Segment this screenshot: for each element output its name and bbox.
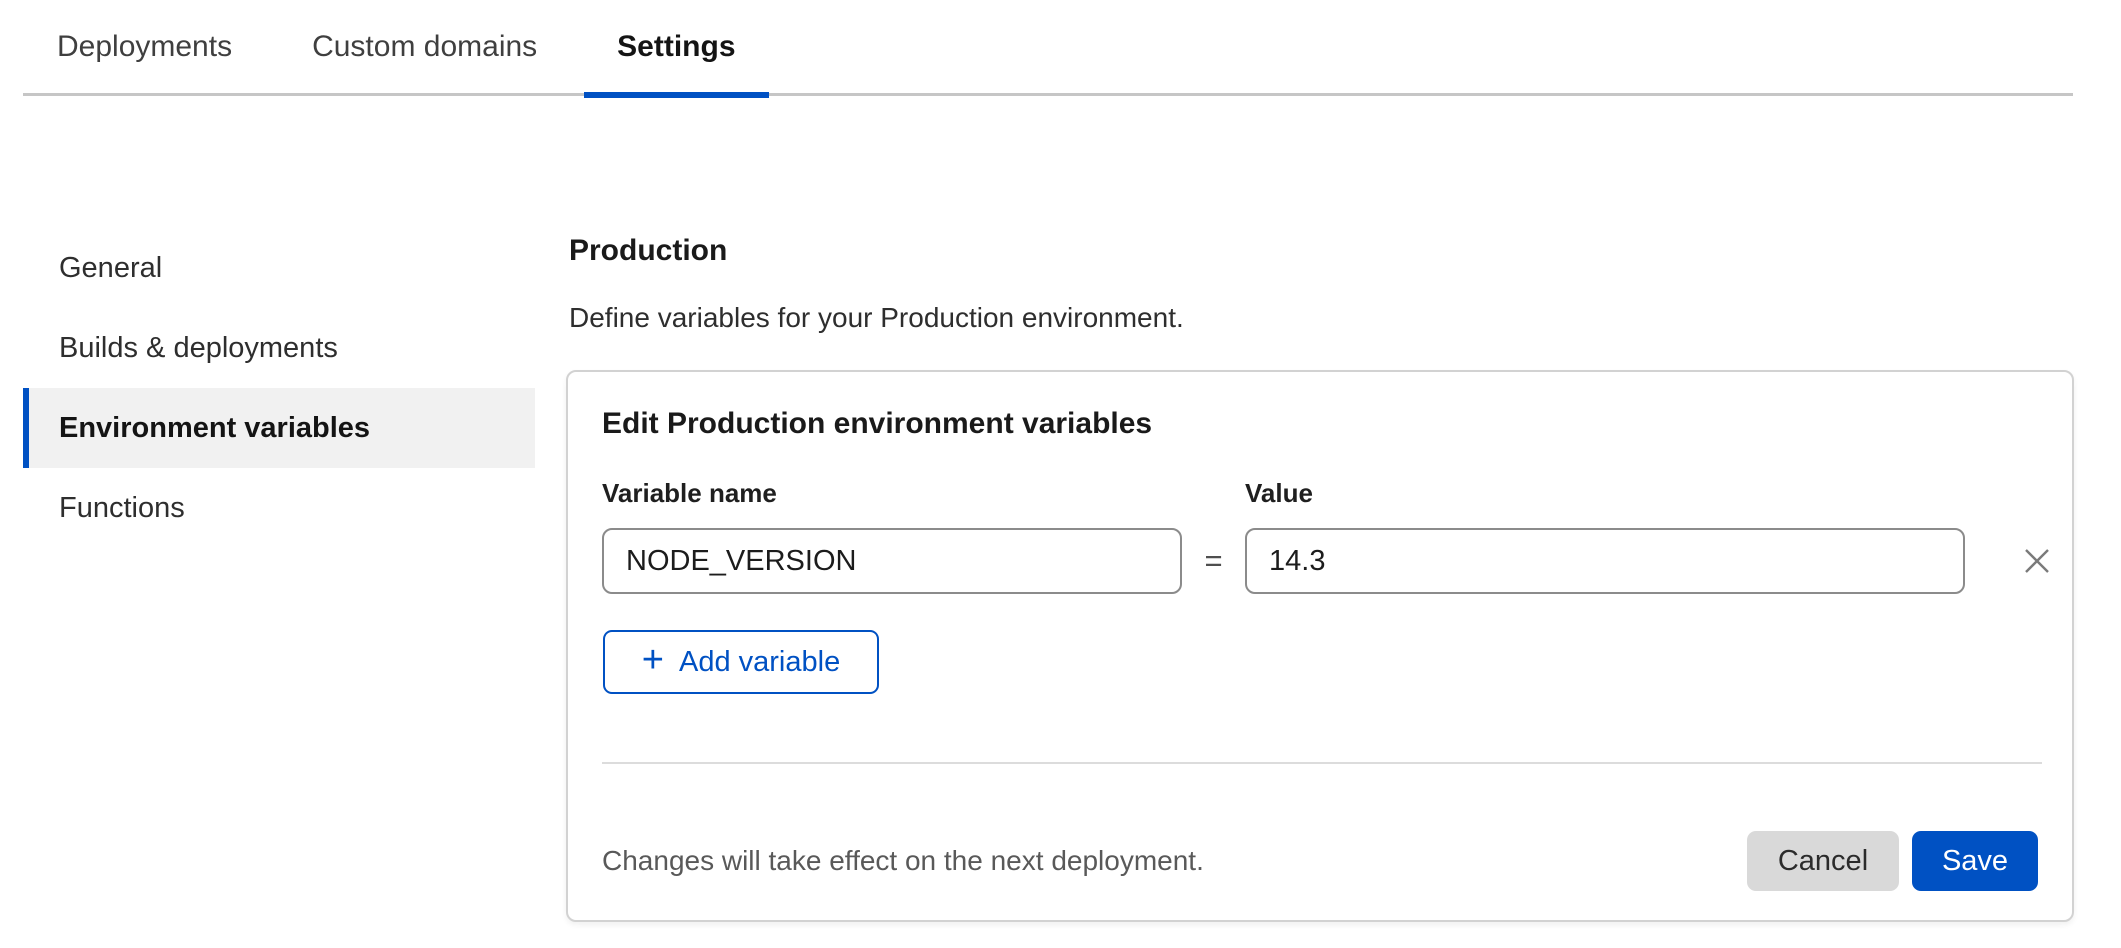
section-title: Production <box>569 234 727 268</box>
environment-variables-card: Edit Production environment variables Va… <box>566 370 2074 922</box>
add-variable-label: Add variable <box>679 646 840 679</box>
variable-value-input[interactable] <box>1245 528 1965 594</box>
settings-page: Deployments Custom domains Settings Gene… <box>0 0 2121 948</box>
save-button[interactable]: Save <box>1912 831 2038 891</box>
add-variable-button[interactable]: + Add variable <box>603 630 879 694</box>
card-divider <box>602 762 2042 764</box>
remove-variable-button[interactable] <box>2014 538 2060 584</box>
settings-sidebar: General Builds & deployments Environment… <box>23 228 535 548</box>
footer-note: Changes will take effect on the next dep… <box>602 844 1204 878</box>
equals-sign: = <box>1182 528 1245 594</box>
tab-bar: Deployments Custom domains Settings <box>23 0 2073 96</box>
section-description: Define variables for your Production env… <box>569 302 1184 334</box>
tab-deployments[interactable]: Deployments <box>57 0 232 95</box>
variable-name-label: Variable name <box>602 478 777 509</box>
tab-settings[interactable]: Settings <box>617 0 735 95</box>
sidebar-item-environment-variables[interactable]: Environment variables <box>23 388 535 468</box>
value-label: Value <box>1245 478 1313 509</box>
sidebar-item-functions[interactable]: Functions <box>23 468 535 548</box>
sidebar-item-general[interactable]: General <box>23 228 535 308</box>
close-icon <box>2021 545 2053 577</box>
cancel-button[interactable]: Cancel <box>1747 831 1899 891</box>
tab-custom-domains[interactable]: Custom domains <box>312 0 537 95</box>
sidebar-item-builds-deployments[interactable]: Builds & deployments <box>23 308 535 388</box>
card-title: Edit Production environment variables <box>602 407 1152 441</box>
variable-name-input[interactable] <box>602 528 1182 594</box>
plus-icon: + <box>642 641 664 679</box>
